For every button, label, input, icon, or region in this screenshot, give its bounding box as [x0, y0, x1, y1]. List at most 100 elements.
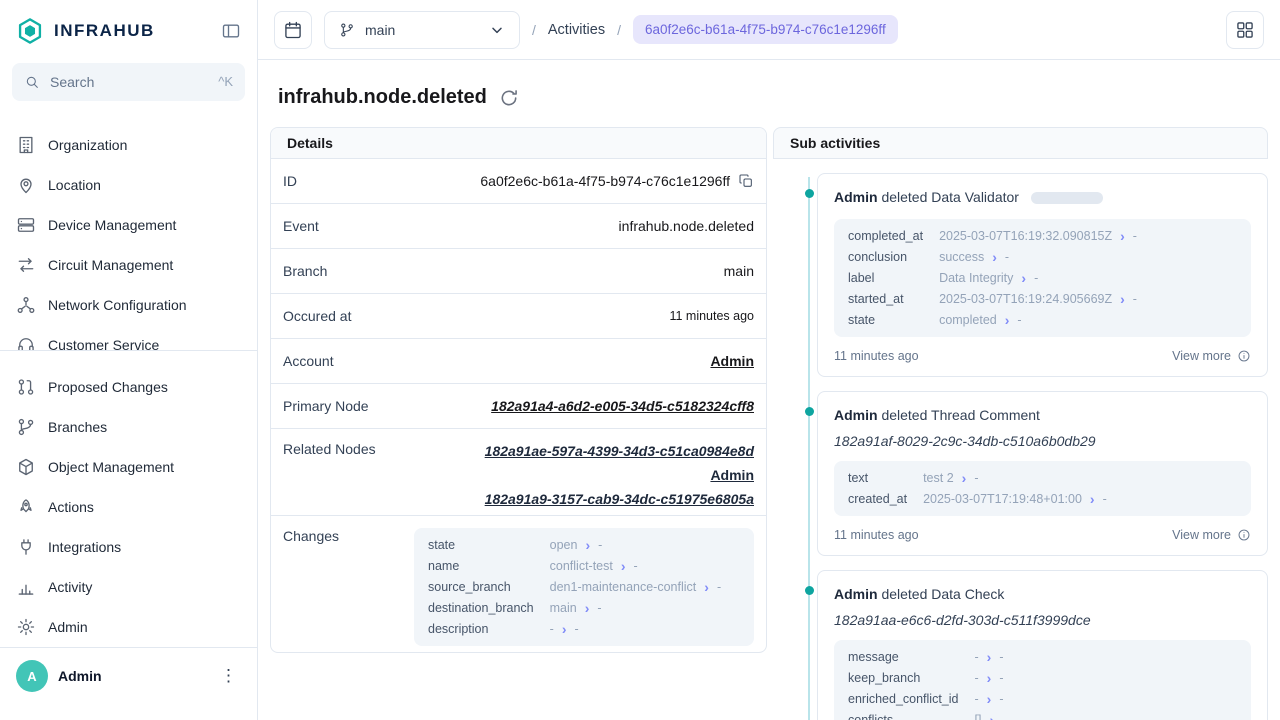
chevron-right-icon[interactable]: ›	[962, 471, 967, 485]
chevron-right-icon[interactable]: ›	[987, 692, 992, 706]
title-row: infrahub.node.deleted	[270, 60, 1268, 127]
bar-chart-icon	[16, 577, 36, 597]
prop-to: -	[1002, 713, 1006, 720]
details-header: Details	[271, 128, 766, 159]
search-input[interactable]: Search ^K	[12, 63, 245, 100]
sidebar-item-proposed-changes[interactable]: Proposed Changes	[0, 367, 257, 407]
sidebar-item-object-management[interactable]: Object Management	[0, 447, 257, 487]
sidebar-item-circuit-management[interactable]: Circuit Management	[0, 245, 257, 285]
sidebar-item-integrations[interactable]: Integrations	[0, 527, 257, 567]
cube-icon	[16, 457, 36, 477]
sidebar-item-label: Customer Service	[48, 337, 159, 350]
chevron-right-icon[interactable]: ›	[992, 250, 997, 264]
prop-to: -	[999, 692, 1003, 706]
prop-from: []	[975, 713, 982, 720]
chevron-right-icon[interactable]: ›	[704, 580, 709, 594]
prop-to: -	[974, 471, 978, 485]
change-key: destination_branch	[428, 601, 534, 615]
breadcrumb-activity-id[interactable]: 6a0f2e6c-b61a-4f75-b974-c76c1e1296ff	[633, 15, 898, 44]
chevron-right-icon[interactable]: ›	[987, 671, 992, 685]
view-more-button[interactable]: View more	[1172, 349, 1251, 363]
prop-key: created_at	[848, 492, 907, 506]
change-to: -	[717, 580, 721, 594]
sidebar-item-location[interactable]: Location	[0, 165, 257, 205]
logo-row: INFRAHUB	[0, 0, 257, 61]
related-node-link[interactable]: 182a91ae-597a-4399-34d3-c51ca0984e8d	[485, 441, 754, 461]
sidebar-item-customer-service[interactable]: Customer Service	[0, 325, 257, 350]
primary-node-link[interactable]: 182a91a4-a6d2-e005-34d5-c5182324cff8	[491, 398, 754, 414]
prop-key: completed_at	[848, 229, 923, 243]
chevron-right-icon[interactable]: ›	[989, 713, 994, 720]
time-travel-button[interactable]	[274, 11, 312, 49]
prop-key: conclusion	[848, 250, 923, 264]
view-more-button[interactable]: View more	[1172, 528, 1251, 542]
branch-name: main	[365, 22, 395, 38]
user-menu-button[interactable]: ⋮	[216, 666, 241, 686]
sub-activity-node-id: 182a91aa-e6c6-d2fd-303d-c511f3999dce	[834, 612, 1251, 628]
sidebar-item-activity[interactable]: Activity	[0, 567, 257, 607]
prop-key: enriched_conflict_id	[848, 692, 959, 706]
sidebar-item-actions[interactable]: Actions	[0, 487, 257, 527]
account-link[interactable]: Admin	[710, 353, 754, 369]
detail-label: Occured at	[283, 308, 351, 324]
sidebar-item-organization[interactable]: Organization	[0, 125, 257, 165]
sub-activity-title: Admin deleted Data Validator	[834, 187, 1251, 207]
search-icon	[24, 74, 40, 90]
breadcrumb-activities[interactable]: Activities	[548, 22, 605, 38]
sub-activity-card: Admin deleted Thread Comment 182a91af-80…	[817, 391, 1268, 556]
info-icon	[1237, 349, 1251, 363]
sub-activities-header: Sub activities	[773, 127, 1268, 159]
action-text: deleted Thread Comment	[881, 407, 1040, 423]
prop-to: -	[1017, 313, 1021, 327]
prop-from: 2025-03-07T16:19:24.905669Z	[939, 292, 1112, 306]
detail-value-occured-at: 11 minutes ago	[669, 309, 754, 323]
chevron-right-icon[interactable]: ›	[1090, 492, 1095, 506]
change-key: description	[428, 622, 534, 636]
search-shortcut: ^K	[218, 74, 233, 89]
related-node-link[interactable]: Admin	[710, 465, 754, 485]
prop-from: test 2	[923, 471, 954, 485]
sub-activity-time: 11 minutes ago	[834, 528, 919, 542]
actor-name: Admin	[834, 586, 878, 602]
chevron-right-icon[interactable]: ›	[1120, 229, 1125, 243]
chevron-right-icon[interactable]: ›	[1005, 313, 1010, 327]
collapse-sidebar-button[interactable]	[221, 21, 241, 41]
chevron-right-icon[interactable]: ›	[1120, 292, 1125, 306]
git-branch-icon	[339, 22, 355, 38]
sidebar-item-device-management[interactable]: Device Management	[0, 205, 257, 245]
prop-key: keep_branch	[848, 671, 959, 685]
chevron-down-icon	[489, 22, 505, 38]
prop-from: -	[975, 692, 979, 706]
prop-to: -	[1133, 292, 1137, 306]
action-text: deleted Data Validator	[881, 189, 1019, 205]
sidebar-item-network-configuration[interactable]: Network Configuration	[0, 285, 257, 325]
prop-from: Data Integrity	[939, 271, 1013, 285]
change-to: -	[574, 622, 578, 636]
sidebar-item-admin[interactable]: Admin	[0, 607, 257, 647]
refresh-button[interactable]	[499, 88, 519, 108]
props-box: completed_at 2025-03-07T16:19:32.090815Z…	[834, 219, 1251, 337]
detail-row-event: Event infrahub.node.deleted	[271, 204, 766, 249]
info-icon	[1237, 528, 1251, 542]
sub-activity-card: Admin deleted Data Check 182a91aa-e6c6-d…	[817, 570, 1268, 720]
change-to: -	[634, 559, 638, 573]
chevron-right-icon[interactable]: ›	[585, 538, 590, 552]
chevron-right-icon[interactable]: ›	[1021, 271, 1026, 285]
chevron-right-icon[interactable]: ›	[621, 559, 626, 573]
branch-selector[interactable]: main	[324, 11, 520, 49]
chevron-right-icon[interactable]: ›	[987, 650, 992, 664]
change-key: state	[428, 538, 534, 552]
sidebar-item-branches[interactable]: Branches	[0, 407, 257, 447]
git-branch-icon	[16, 417, 36, 437]
page-title: infrahub.node.deleted	[278, 86, 487, 109]
apps-button[interactable]	[1226, 11, 1264, 49]
chevron-right-icon[interactable]: ›	[562, 622, 567, 636]
chevron-right-icon[interactable]: ›	[585, 601, 590, 615]
sidebar: INFRAHUB Search ^K Organization Location…	[0, 0, 258, 720]
related-node-link[interactable]: 182a91a9-3157-cab9-34dc-c51975e6805a	[485, 489, 754, 509]
detail-row-branch: Branch main	[271, 249, 766, 294]
view-more-label: View more	[1172, 528, 1231, 542]
arrows-exchange-icon	[16, 255, 36, 275]
copy-id-button[interactable]	[738, 173, 754, 189]
map-pin-icon	[16, 175, 36, 195]
